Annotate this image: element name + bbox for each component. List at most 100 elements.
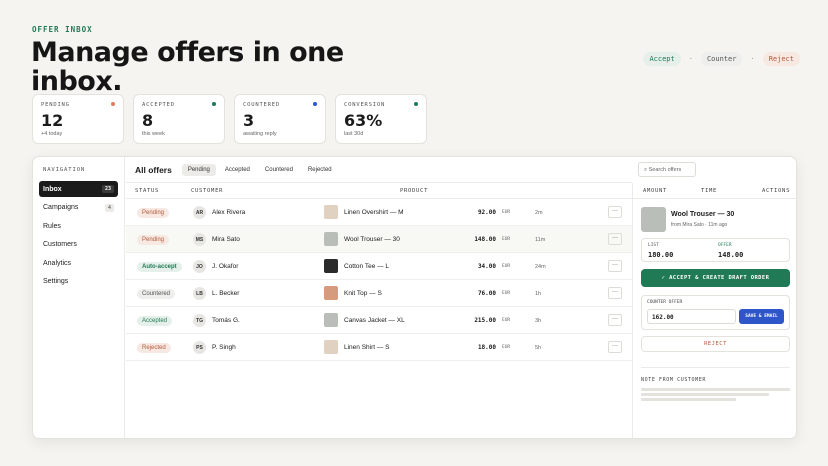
column-time[interactable]: TIME [701,188,717,194]
column-amount[interactable]: AMOUNT [643,188,667,194]
column-product[interactable]: PRODUCT [400,188,428,194]
customer-name: Alex Rivera [212,209,246,216]
offer-price-label: OFFER [718,243,732,248]
counter-offer-form: COUNTER OFFER 162.00 SAVE & EMAIL [641,295,790,330]
avatar: LB [193,287,206,300]
offer-amount: 92.00 [477,209,496,216]
offer-time: 3h [535,318,542,324]
legend-separator: · [750,55,755,63]
table-row[interactable]: Accepted TG Tomás G. Canvas Jacket — XL 215.… [126,307,632,334]
more-actions-button[interactable]: ··· [608,260,622,272]
stat-card-conversion: CONVERSION 63% last 30d [335,94,427,144]
note-placeholder-line [641,393,769,396]
product-name: Canvas Jacket — XL [344,317,405,324]
more-actions-button[interactable]: ··· [608,341,622,353]
status-dot [212,102,216,106]
sidebar-item-label: Settings [43,278,69,285]
status-badge: Rejected [137,343,171,353]
more-actions-button[interactable]: ··· [608,287,622,299]
status-dot [111,102,115,106]
offer-time: 1h [535,291,542,297]
stat-card-countered: COUNTERED 3 awaiting reply [234,94,326,144]
customer-name: Tomás G. [212,317,240,324]
product-name: Linen Overshirt — M [344,209,404,216]
product-name: Linen Shirt — S [344,344,390,351]
table-header: STATUS CUSTOMER PRODUCT [126,183,632,199]
more-actions-button[interactable]: ··· [608,233,622,245]
sidebar-item-label: Customers [43,241,77,248]
more-actions-button[interactable]: ··· [608,206,622,218]
sidebar-item-inbox[interactable]: Inbox 23 [39,181,118,197]
tab-pending[interactable]: Pending [181,163,216,176]
table-row[interactable]: Countered LB L. Becker Knit Top — S 76.00 EUR… [126,280,632,307]
tab-accepted[interactable]: Accepted [219,164,256,176]
search-input[interactable]: ⌕ Search offers [638,162,696,177]
stat-sub: last 30d [344,131,364,137]
eyebrow-label: OFFER INBOX [32,25,93,34]
product-name: Knit Top — S [344,290,382,297]
product-thumbnail [324,232,338,246]
sidebar-item-count: 23 [101,185,114,193]
column-status[interactable]: STATUS [135,188,159,194]
counter-offer-input[interactable]: 162.00 [647,309,736,324]
stat-card-accepted: ACCEPTED 8 this week [133,94,225,144]
customer-name: L. Becker [212,290,240,297]
product-name: Cotton Tee — L [344,263,390,270]
legend-accept: Accept [643,52,681,66]
product-subtitle: from Mira Sato · 11m ago [671,222,728,228]
currency-code: EUR [502,345,511,350]
offer-amount: 18.00 [477,344,496,351]
stat-sub: awaiting reply [243,131,277,137]
sidebar-item-campaigns[interactable]: Campaigns 4 [39,200,118,216]
product-name: Wool Trouser — 30 [344,236,400,243]
tab-rejected[interactable]: Rejected [302,164,338,176]
stat-value: 63% [344,111,383,130]
tab-countered[interactable]: Countered [259,164,299,176]
sidebar-item-label: Inbox [43,185,62,193]
page-title: Manage offers in one inbox. [31,37,344,97]
offer-amount: 76.00 [477,290,496,297]
note-placeholder-line [641,398,736,401]
legend-separator: · [688,55,693,63]
product-thumbnail [324,313,338,327]
stat-label: CONVERSION [344,102,386,108]
offers-main: All offers Pending Accepted Countered Re… [126,157,632,438]
sidebar-item-label: Rules [43,222,61,230]
stats-row: PENDING 12 +4 today ACCEPTED 8 this week… [32,94,427,144]
sidebar-item-analytics[interactable]: Analytics [39,255,118,271]
more-actions-button[interactable]: ··· [608,314,622,326]
table-row[interactable]: Rejected PS P. Singh Linen Shirt — S 18.00 EU… [126,334,632,361]
customer-name: P. Singh [212,344,236,351]
stat-card-pending: PENDING 12 +4 today [32,94,124,144]
stat-sub: this week [142,131,165,137]
stat-sub: +4 today [41,131,63,137]
table-row[interactable]: Pending AR Alex Rivera Linen Overshirt — M 9… [126,199,632,226]
customer-name: Mira Sato [212,236,240,243]
legend-counter: Counter [700,52,743,66]
column-customer[interactable]: CUSTOMER [191,188,223,194]
status-badge: Pending [137,208,170,218]
status-badge: Countered [137,289,176,299]
avatar: TG [193,314,206,327]
offer-amount: 34.00 [477,263,496,270]
customer-name: J. Okafor [212,263,239,270]
offer-detail-panel: AMOUNT TIME ACTIONS Wool Trouser — 30 fr… [632,183,796,438]
table-row[interactable]: Pending MS Mira Sato Wool Trouser — 30 148.0… [126,226,632,253]
save-email-button[interactable]: SAVE & EMAIL [739,309,784,324]
status-dot [313,102,317,106]
table-row[interactable]: Auto-accept JO J. Okafor Cotton Tee — L 34.0… [126,253,632,280]
product-thumbnail [641,207,666,232]
legend-reject: Reject [762,52,800,66]
reject-button[interactable]: REJECT [641,336,790,352]
stat-value: 12 [41,111,64,130]
sidebar-item-customers[interactable]: Customers [39,237,118,253]
sidebar-item-rules[interactable]: Rules [39,218,118,234]
avatar: AR [193,206,206,219]
product-thumbnail [324,340,338,354]
avatar: JO [193,260,206,273]
accept-create-order-button[interactable]: ✓ ACCEPT & CREATE DRAFT ORDER [641,269,790,287]
product-title: Wool Trouser — 30 [671,211,735,218]
currency-code: EUR [502,210,511,215]
status-dot [414,102,418,106]
sidebar-item-settings[interactable]: Settings [39,274,118,290]
